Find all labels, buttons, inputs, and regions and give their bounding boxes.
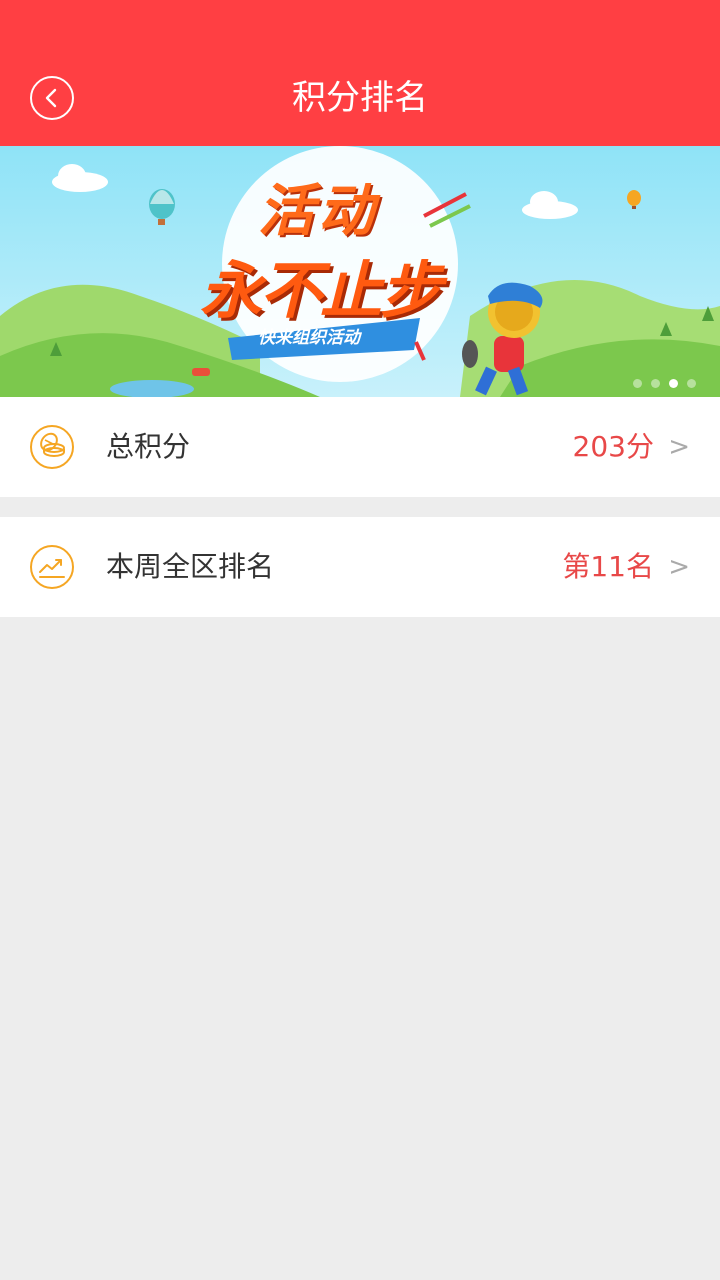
weekly-rank-value: 第11名 — [562, 550, 654, 583]
carousel-dot[interactable] — [651, 379, 660, 388]
total-points-label: 总积分 — [106, 430, 191, 463]
total-points-row[interactable]: 总积分 203分 > — [0, 397, 720, 497]
carousel-dot-active[interactable] — [669, 379, 678, 388]
banner-tagline: 快来组织活动 — [258, 328, 360, 348]
coins-icon — [30, 425, 74, 469]
promo-banner[interactable]: 活动 永不止步 快来组织活动 — [0, 146, 720, 397]
chevron-right-icon: > — [668, 552, 690, 582]
app-header: 积分排名 — [0, 0, 720, 146]
total-points-value: 203分 — [572, 430, 654, 463]
weekly-rank-label: 本周全区排名 — [106, 550, 275, 583]
carousel-indicator[interactable] — [633, 379, 696, 388]
chevron-right-icon: > — [668, 432, 690, 462]
carousel-dot[interactable] — [633, 379, 642, 388]
trend-chart-icon — [30, 545, 74, 589]
banner-headline-2: 永不止步 — [200, 254, 442, 327]
banner-headline-1: 活动 — [258, 179, 378, 244]
carousel-dot[interactable] — [687, 379, 696, 388]
page-title: 积分排名 — [292, 78, 428, 118]
weekly-rank-row[interactable]: 本周全区排名 第11名 > — [0, 517, 720, 617]
